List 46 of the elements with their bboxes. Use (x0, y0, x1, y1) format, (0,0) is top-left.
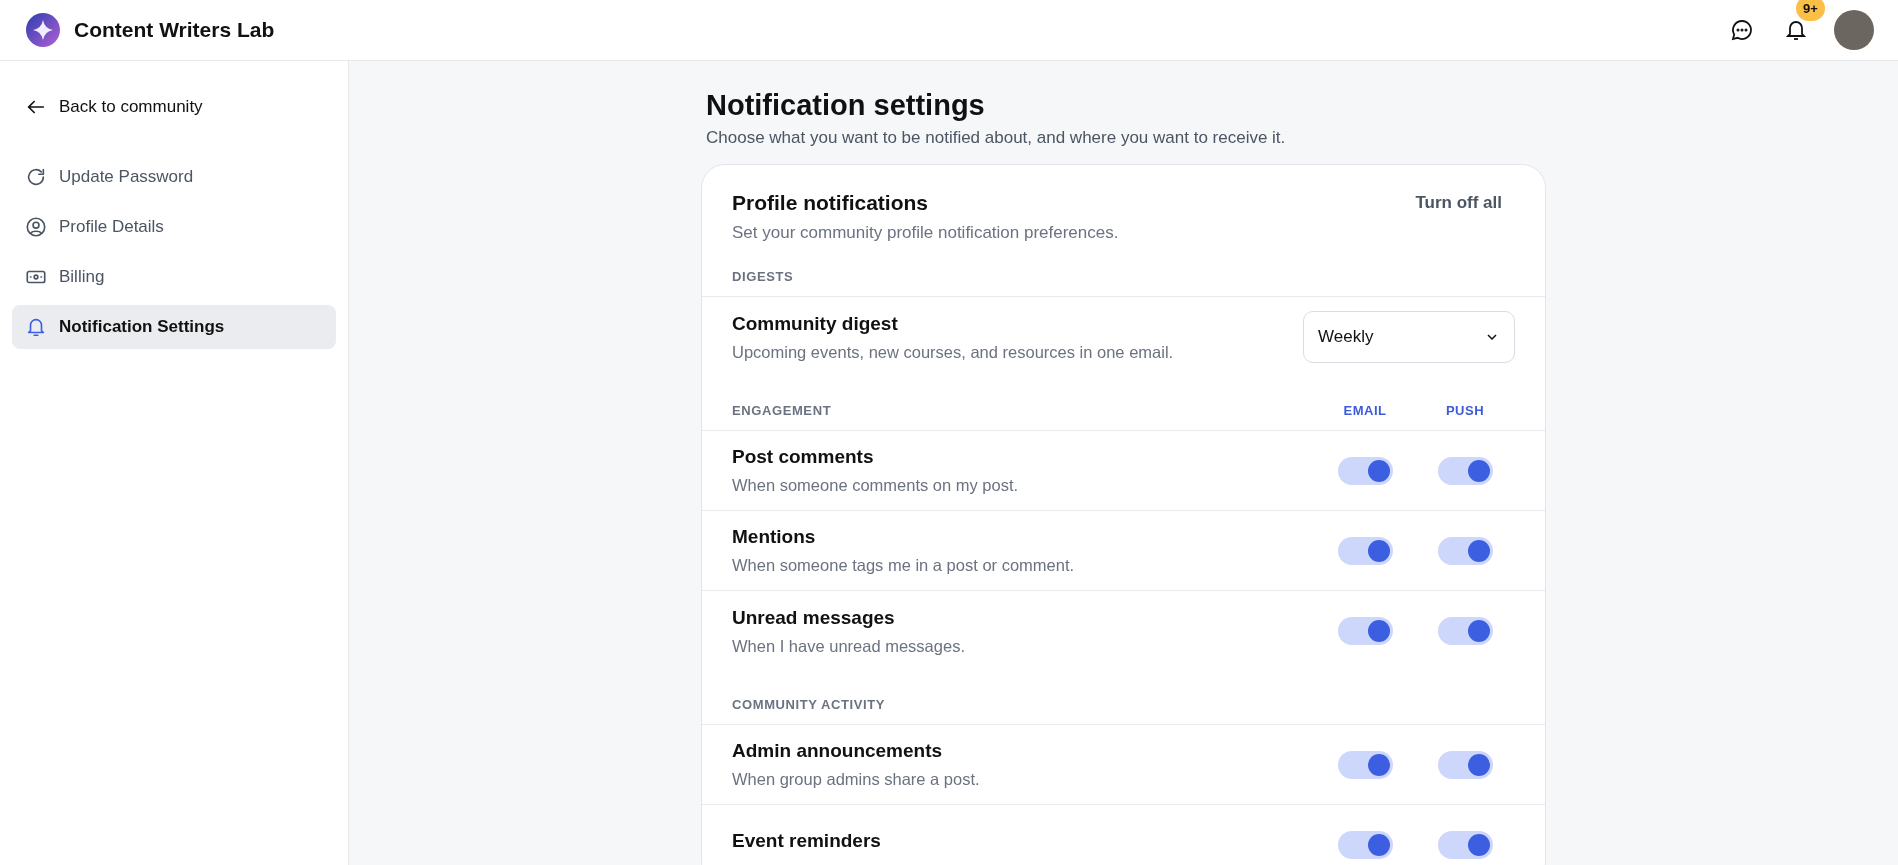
section-heading: COMMUNITY ACTIVITY (732, 697, 887, 712)
turn-off-all-button[interactable]: Turn off all (1415, 191, 1502, 215)
setting-title: Admin announcements (732, 740, 944, 762)
refresh-icon (25, 166, 47, 188)
toggle-switch[interactable] (1437, 750, 1493, 779)
frequency-dropdown[interactable]: Weekly (1303, 311, 1515, 363)
setting-title: Post comments (732, 446, 875, 468)
setting-description: When group admins share a post. (732, 770, 981, 789)
user-icon (25, 216, 47, 238)
page-title: Notification settings (706, 89, 986, 122)
page-subtitle: Choose what you want to be notified about, and where you want to receive it. (706, 128, 1287, 148)
toggle-switch[interactable] (1437, 456, 1493, 485)
toggle-switch[interactable] (1437, 617, 1493, 645)
sidebar-item[interactable]: Update Password (12, 155, 336, 199)
setting-description: When someone comments on my post. (732, 476, 1020, 495)
toggle-switch[interactable] (1337, 456, 1393, 485)
toggle-switch[interactable] (1337, 536, 1393, 565)
back-link[interactable]: Back to community (12, 85, 336, 129)
setting-description: When I have unread messages. (732, 636, 966, 656)
sidebar-item[interactable]: Profile Details (12, 205, 336, 249)
toggle-switch[interactable] (1437, 831, 1493, 859)
bell-icon[interactable] (1784, 18, 1808, 42)
setting-title: Mentions (732, 526, 817, 548)
notification-badge: 9+ (1796, 0, 1825, 21)
toggle-switch[interactable] (1337, 831, 1393, 859)
setting-title: Unread messages (732, 606, 896, 629)
column-label: PUSH (1444, 403, 1486, 418)
section-heading: DIGESTS (732, 269, 795, 284)
setting-description: When someone tags me in a post or comment. (732, 556, 1076, 575)
toggle-switch[interactable] (1337, 750, 1393, 779)
bell-icon (25, 316, 47, 338)
column-label: EMAIL (1342, 403, 1388, 418)
section-heading: ENGAGEMENT (732, 403, 833, 418)
toggle-switch[interactable] (1437, 536, 1493, 565)
avatar-placeholder[interactable] (1834, 10, 1874, 50)
chat-icon[interactable] (1730, 18, 1754, 42)
sidebar-item[interactable]: Billing (12, 255, 336, 299)
toggle-switch[interactable] (1337, 617, 1393, 645)
setting-description: Upcoming events, new courses, and resources in one email. (732, 342, 1175, 362)
card-description: Set your community profile notification preferences. (732, 223, 1119, 243)
app-title: Content Writers Lab (74, 18, 276, 42)
setting-title: Event reminders (732, 830, 882, 852)
card-title: Profile notifications (732, 191, 929, 215)
setting-title: Community digest (732, 312, 899, 335)
logo-icon (26, 13, 60, 47)
sidebar-item[interactable]: Notification Settings (12, 305, 336, 349)
